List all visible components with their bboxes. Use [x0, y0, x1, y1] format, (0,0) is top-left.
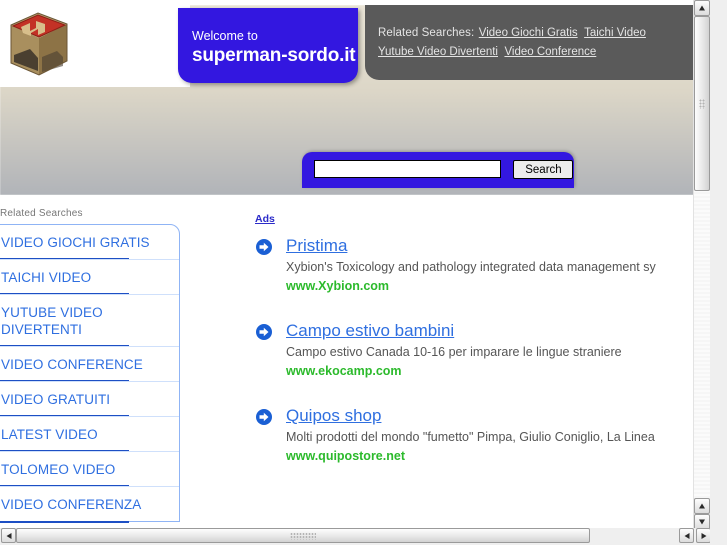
inner-scroll-up-button[interactable] — [694, 0, 710, 16]
site-banner: Related Searches: Video Giochi Gratis Ta… — [0, 5, 710, 195]
search-panel: Search — [302, 152, 574, 188]
domain-title: superman-sordo.it — [192, 45, 356, 66]
search-input[interactable] — [314, 160, 501, 178]
scrollbar-grip — [699, 98, 705, 109]
sidebar-item-video-gratuiti[interactable]: VIDEO GRATUITI — [0, 381, 179, 417]
ad-url: www.quipostore.net — [286, 449, 405, 463]
scroll-down-arrow-icon — [699, 519, 705, 525]
header-related-link-0[interactable]: Video Giochi Gratis — [479, 27, 578, 39]
arrow-right-circle-icon — [256, 409, 272, 425]
sidebar-item-taichi-video[interactable]: TAICHI VIDEO — [0, 259, 179, 295]
browser-window: Related Searches: Video Giochi Gratis Ta… — [0, 0, 727, 545]
ad-item: Quipos shop Molti prodotti del mondo "fu… — [255, 405, 710, 465]
ad-description: Molti prodotti del mondo "fumetto" Pimpa… — [286, 430, 655, 444]
sidebar-title: Related Searches — [0, 208, 83, 219]
sidebar-item-video-conferenza[interactable]: VIDEO CONFERENZA — [0, 486, 179, 523]
header-related-link-3[interactable]: Video Conference — [504, 46, 596, 58]
ads-label[interactable]: Ads — [255, 213, 275, 225]
header-related-searches-plate: Related Searches: Video Giochi Gratis Ta… — [365, 5, 710, 80]
scroll-left-arrow-icon — [684, 532, 689, 539]
ad-title[interactable]: Pristima — [286, 235, 347, 256]
window-scroll-right-button[interactable] — [696, 528, 711, 543]
sidebar-item-video-conference[interactable]: VIDEO CONFERENCE — [0, 346, 179, 382]
inner-vertical-scrollbar[interactable] — [693, 0, 710, 530]
page-viewport: Related Searches: Video Giochi Gratis Ta… — [0, 0, 710, 530]
sidebar-list: VIDEO GIOCHI GRATIS TAICHI VIDEO YUTUBE … — [0, 224, 180, 523]
arrow-right-circle-icon — [256, 239, 272, 255]
inner-vscrollbar-thumb[interactable] — [694, 16, 710, 191]
ad-description: Campo estivo Canada 10-16 per imparare l… — [286, 345, 622, 359]
window-hscrollbar-thumb[interactable] — [16, 528, 590, 543]
window-horizontal-scrollbar[interactable] — [0, 528, 727, 545]
ad-description: Xybion's Toxicology and pathology integr… — [286, 260, 656, 274]
ad-title[interactable]: Quipos shop — [286, 405, 381, 426]
scroll-left-arrow-icon — [6, 532, 11, 539]
ads-column: Ads Pristima Xybion's Toxicology and pat… — [255, 196, 710, 490]
content-area: Related Searches VIDEO GIOCHI GRATIS TAI… — [0, 196, 710, 530]
ad-title[interactable]: Campo estivo bambini — [286, 320, 454, 341]
inner-scroll-up-button-bottom[interactable] — [694, 498, 710, 514]
ad-url: www.ekocamp.com — [286, 364, 402, 378]
scrollbar-grip — [290, 532, 316, 539]
scroll-right-arrow-icon — [701, 532, 706, 539]
ad-item: Pristima Xybion's Toxicology and patholo… — [255, 235, 710, 295]
ad-item: Campo estivo bambini Campo estivo Canada… — [255, 320, 710, 380]
window-scroll-left-button-right[interactable] — [679, 528, 694, 543]
wooden-cube-logo-icon — [10, 12, 68, 76]
window-scroll-left-button[interactable] — [1, 528, 16, 543]
sidebar-related-searches: Related Searches VIDEO GIOCHI GRATIS TAI… — [0, 196, 180, 523]
sidebar-item-latest-video[interactable]: LATEST VIDEO — [0, 416, 179, 452]
sidebar-item-video-giochi-gratis[interactable]: VIDEO GIOCHI GRATIS — [0, 225, 179, 260]
scroll-up-arrow-icon — [699, 503, 705, 509]
sidebar-item-tolomeo-video[interactable]: TOLOMEO VIDEO — [0, 451, 179, 487]
sidebar-item-yutube-video-divertenti[interactable]: YUTUBE VIDEO DIVERTENTI — [0, 294, 179, 347]
welcome-panel: Welcome to superman-sordo.it — [178, 8, 358, 83]
arrow-right-circle-icon — [256, 324, 272, 340]
search-button[interactable]: Search — [513, 160, 574, 179]
header-related-link-2[interactable]: Yutube Video Divertenti — [378, 46, 498, 58]
header-related-searches-label: Related Searches: — [378, 27, 475, 39]
scroll-up-arrow-icon — [699, 5, 705, 11]
welcome-subtitle: Welcome to — [192, 29, 258, 43]
header-related-link-1[interactable]: Taichi Video — [584, 27, 646, 39]
window-vertical-scrollbar[interactable] — [710, 0, 727, 545]
ad-url: www.Xybion.com — [286, 279, 390, 293]
scrollbar-corner — [710, 528, 727, 545]
